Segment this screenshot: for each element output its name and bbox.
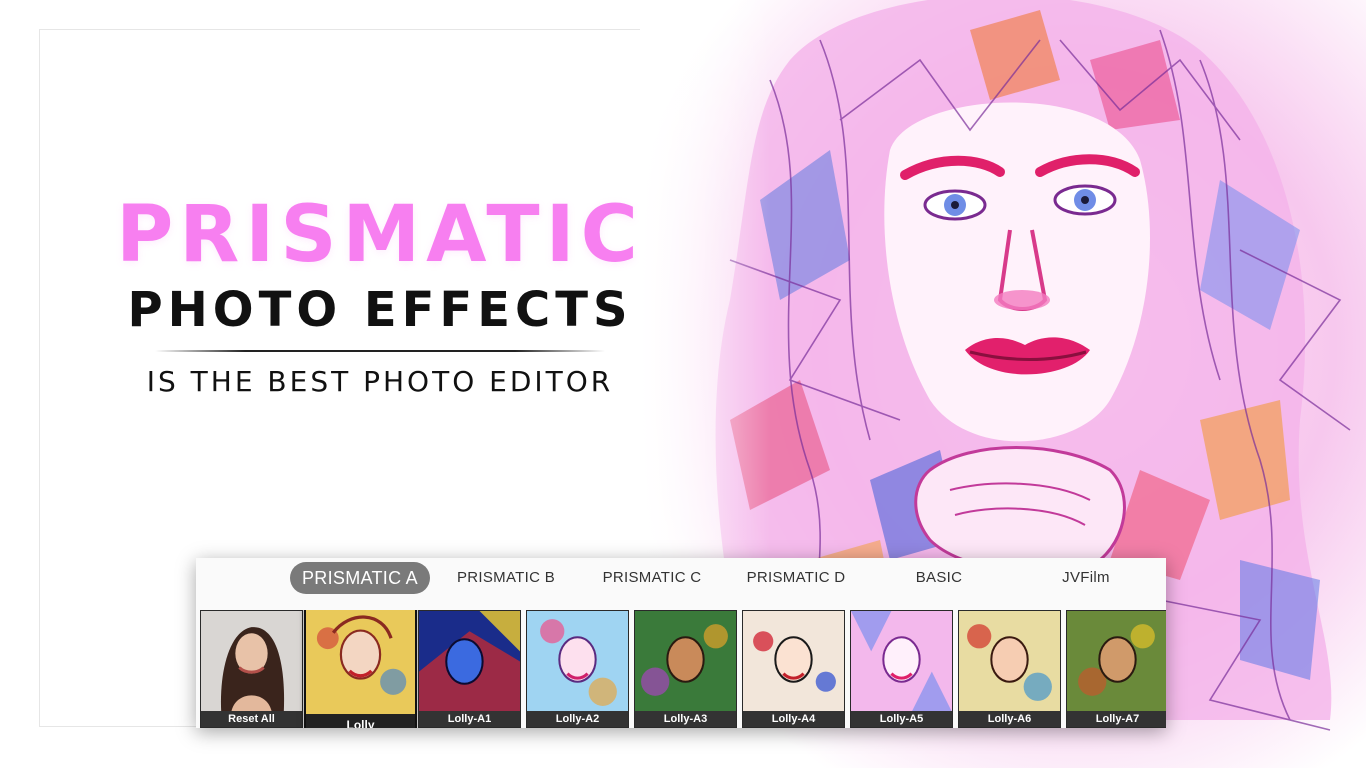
thumb-label: Reset All: [201, 711, 302, 727]
thumb-label: Lolly-A1: [419, 711, 520, 727]
thumb-label: Lolly-A3: [635, 711, 736, 727]
lolly-a6-preview-image: [959, 611, 1060, 712]
thumb-lolly-a6[interactable]: Lolly-A6: [958, 610, 1061, 728]
thumb-reset-all[interactable]: Reset All: [200, 610, 303, 728]
thumb-label: Lolly: [306, 714, 415, 728]
tab-prismatic-a[interactable]: PRISMATIC A: [290, 562, 430, 594]
lolly-a7-preview-image: [1067, 611, 1166, 712]
thumb-lolly-a7[interactable]: Lolly-A7: [1066, 610, 1166, 728]
thumb-lolly-a3[interactable]: Lolly-A3: [634, 610, 737, 728]
tab-basic[interactable]: BASIC: [884, 562, 994, 594]
thumb-lolly-a4[interactable]: Lolly-A4: [742, 610, 845, 728]
lolly-a1-preview-image: [419, 611, 520, 712]
tab-jvfilm[interactable]: JVFilm: [1036, 562, 1136, 594]
thumb-label: Lolly-A2: [527, 711, 628, 727]
tab-prismatic-b[interactable]: PRISMATIC B: [444, 562, 568, 594]
thumb-lolly-a5[interactable]: Lolly-A5: [850, 610, 953, 728]
lolly-a2-preview-image: [527, 611, 628, 712]
thumb-lolly-a1[interactable]: Lolly-A1: [418, 610, 521, 728]
lolly-a4-preview-image: [743, 611, 844, 712]
filter-panel: PRISMATIC A PRISMATIC B PRISMATIC C PRIS…: [196, 558, 1166, 728]
app-title: PRISMATIC: [116, 190, 644, 280]
thumb-lolly-a2[interactable]: Lolly-A2: [526, 610, 629, 728]
effect-category-tabs: PRISMATIC A PRISMATIC B PRISMATIC C PRIS…: [196, 558, 1166, 600]
tab-prismatic-c[interactable]: PRISMATIC C: [590, 562, 714, 594]
thumb-label: Lolly-A7: [1067, 711, 1166, 727]
headline-divider: [155, 350, 605, 352]
tab-prismatic-d[interactable]: PRISMATIC D: [734, 562, 858, 594]
headline-block: PRISMATIC PHOTO EFFECTS IS THE BEST PHOT…: [95, 196, 665, 396]
thumb-label: Lolly-A4: [743, 711, 844, 727]
tagline: IS THE BEST PHOTO EDITOR: [146, 365, 614, 398]
lolly-a5-preview-image: [851, 611, 952, 712]
thumb-label: Lolly-A5: [851, 711, 952, 727]
lolly-a3-preview-image: [635, 611, 736, 712]
thumb-label: Lolly-A6: [959, 711, 1060, 727]
app-subtitle: PHOTO EFFECTS: [127, 282, 633, 338]
lolly-preview-image: [306, 610, 415, 715]
original-photo-image: [201, 611, 302, 712]
thumb-lolly[interactable]: Lolly: [304, 610, 417, 728]
filter-thumbnail-strip: Reset All Lolly Lolly-A1 Lolly-A2 Lolly-…: [200, 610, 1166, 728]
